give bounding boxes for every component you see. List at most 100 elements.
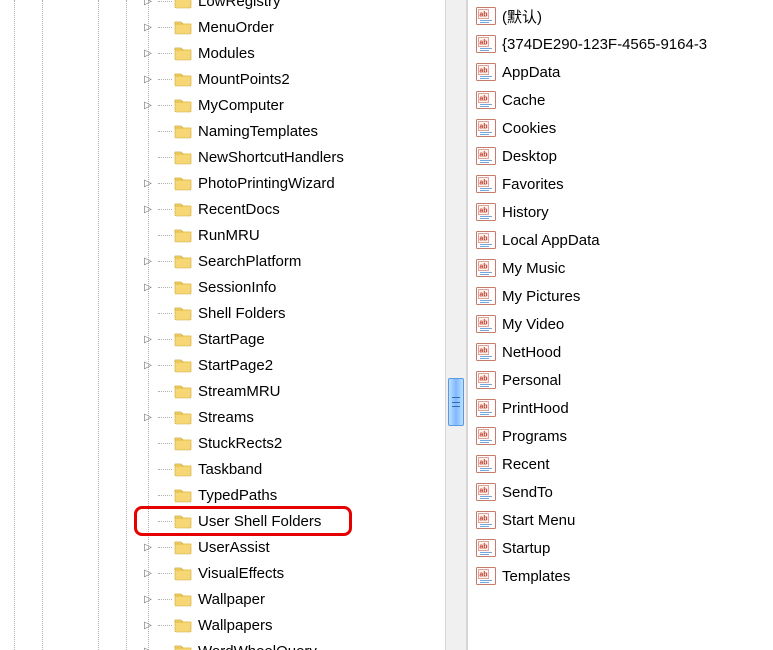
- value-row[interactable]: ab {374DE290-123F-4565-9164-3: [476, 30, 773, 58]
- tree-item[interactable]: ▷ Wallpaper: [0, 586, 344, 612]
- value-name: Cache: [502, 92, 545, 109]
- tree-connector: [158, 521, 172, 522]
- expand-triangle-icon[interactable]: ▷: [142, 255, 154, 267]
- svg-text:ab: ab: [479, 432, 487, 439]
- expand-triangle-icon[interactable]: ▷: [142, 567, 154, 579]
- value-name: Personal: [502, 372, 561, 389]
- folder-icon: [174, 0, 192, 9]
- tree-item[interactable]: TypedPaths: [0, 482, 344, 508]
- value-row[interactable]: ab NetHood: [476, 338, 773, 366]
- expand-triangle-icon[interactable]: ▷: [142, 281, 154, 293]
- vertical-scrollbar[interactable]: [445, 0, 467, 650]
- expand-triangle-icon[interactable]: ▷: [142, 47, 154, 59]
- tree-item[interactable]: ▷ StartPage: [0, 326, 344, 352]
- svg-text:ab: ab: [479, 516, 487, 523]
- string-value-icon: ab: [476, 63, 496, 81]
- expand-triangle-icon[interactable]: ▷: [142, 593, 154, 605]
- tree-item[interactable]: ▷ MenuOrder: [0, 14, 344, 40]
- value-row[interactable]: ab Programs: [476, 422, 773, 450]
- tree-item[interactable]: ▷ LowRegistry: [0, 0, 344, 14]
- tree-item[interactable]: StreamMRU: [0, 378, 344, 404]
- tree-item[interactable]: RunMRU: [0, 222, 344, 248]
- registry-tree[interactable]: ▷ LowRegistry▷ MenuOrder▷ Modules▷ Mount…: [0, 0, 344, 650]
- expand-triangle-icon[interactable]: ▷: [142, 645, 154, 650]
- value-row[interactable]: ab History: [476, 198, 773, 226]
- expand-triangle-icon[interactable]: ▷: [142, 0, 154, 7]
- string-value-icon: ab: [476, 455, 496, 473]
- tree-item-label: User Shell Folders: [198, 513, 321, 530]
- value-row[interactable]: ab Personal: [476, 366, 773, 394]
- expand-triangle-icon[interactable]: ▷: [142, 73, 154, 85]
- expand-triangle-icon[interactable]: ▷: [142, 333, 154, 345]
- tree-connector: [158, 79, 172, 80]
- value-name: PrintHood: [502, 400, 569, 417]
- value-row[interactable]: ab SendTo: [476, 478, 773, 506]
- tree-item[interactable]: ▷ SearchPlatform: [0, 248, 344, 274]
- string-value-icon: ab: [476, 511, 496, 529]
- value-row[interactable]: ab Desktop: [476, 142, 773, 170]
- folder-icon: [174, 331, 192, 347]
- expand-triangle-icon[interactable]: ▷: [142, 21, 154, 33]
- svg-text:ab: ab: [479, 404, 487, 411]
- tree-item[interactable]: ▷ Modules: [0, 40, 344, 66]
- tree-item-label: Wallpapers: [198, 617, 272, 634]
- folder-icon: [174, 279, 192, 295]
- value-row[interactable]: ab Startup: [476, 534, 773, 562]
- expand-triangle-icon[interactable]: ▷: [142, 541, 154, 553]
- value-row[interactable]: ab (默认): [476, 2, 773, 30]
- tree-item[interactable]: ▷ Streams: [0, 404, 344, 430]
- tree-item[interactable]: ▷ MyComputer: [0, 92, 344, 118]
- expand-triangle-icon[interactable]: ▷: [142, 177, 154, 189]
- tree-item[interactable]: ▷ Wallpapers: [0, 612, 344, 638]
- tree-item-label: Wallpaper: [198, 591, 265, 608]
- tree-item[interactable]: ▷ UserAssist: [0, 534, 344, 560]
- value-row[interactable]: ab Favorites: [476, 170, 773, 198]
- expand-triangle-icon[interactable]: ▷: [142, 359, 154, 371]
- expand-triangle-icon[interactable]: ▷: [142, 619, 154, 631]
- value-row[interactable]: ab Cookies: [476, 114, 773, 142]
- svg-text:ab: ab: [479, 152, 487, 159]
- string-value-icon: ab: [476, 371, 496, 389]
- folder-icon: [174, 487, 192, 503]
- value-row[interactable]: ab Local AppData: [476, 226, 773, 254]
- value-row[interactable]: ab AppData: [476, 58, 773, 86]
- folder-icon: [174, 539, 192, 555]
- tree-item-label: WordWheelQuery: [198, 643, 317, 650]
- string-value-icon: ab: [476, 259, 496, 277]
- expand-triangle-icon[interactable]: ▷: [142, 99, 154, 111]
- tree-item[interactable]: StuckRects2: [0, 430, 344, 456]
- tree-item[interactable]: ▷ WordWheelQuery: [0, 638, 344, 650]
- tree-item[interactable]: ▷ VisualEffects: [0, 560, 344, 586]
- value-row[interactable]: ab Templates: [476, 562, 773, 590]
- tree-item[interactable]: ▷ RecentDocs: [0, 196, 344, 222]
- tree-item[interactable]: User Shell Folders: [0, 508, 344, 534]
- expand-triangle-icon[interactable]: ▷: [142, 411, 154, 423]
- tree-connector: [158, 417, 172, 418]
- value-row[interactable]: ab PrintHood: [476, 394, 773, 422]
- scrollbar-track[interactable]: [448, 0, 464, 650]
- tree-item[interactable]: Taskband: [0, 456, 344, 482]
- value-row[interactable]: ab My Music: [476, 254, 773, 282]
- scrollbar-thumb[interactable]: [448, 378, 464, 426]
- tree-item[interactable]: NewShortcutHandlers: [0, 144, 344, 170]
- tree-item-label: RecentDocs: [198, 201, 280, 218]
- value-name: (默认): [502, 6, 542, 27]
- value-row[interactable]: ab Recent: [476, 450, 773, 478]
- value-row[interactable]: ab Cache: [476, 86, 773, 114]
- tree-item[interactable]: ▷ PhotoPrintingWizard: [0, 170, 344, 196]
- value-row[interactable]: ab My Pictures: [476, 282, 773, 310]
- value-row[interactable]: ab My Video: [476, 310, 773, 338]
- svg-text:ab: ab: [479, 12, 487, 19]
- tree-item-label: MenuOrder: [198, 19, 274, 36]
- tree-item[interactable]: ▷ SessionInfo: [0, 274, 344, 300]
- tree-item[interactable]: NamingTemplates: [0, 118, 344, 144]
- tree-item[interactable]: ▷ MountPoints2: [0, 66, 344, 92]
- folder-icon: [174, 45, 192, 61]
- tree-item-label: Streams: [198, 409, 254, 426]
- tree-item[interactable]: ▷ StartPage2: [0, 352, 344, 378]
- value-row[interactable]: ab Start Menu: [476, 506, 773, 534]
- expand-triangle-icon[interactable]: ▷: [142, 203, 154, 215]
- svg-text:ab: ab: [479, 264, 487, 271]
- tree-item[interactable]: Shell Folders: [0, 300, 344, 326]
- folder-icon: [174, 227, 192, 243]
